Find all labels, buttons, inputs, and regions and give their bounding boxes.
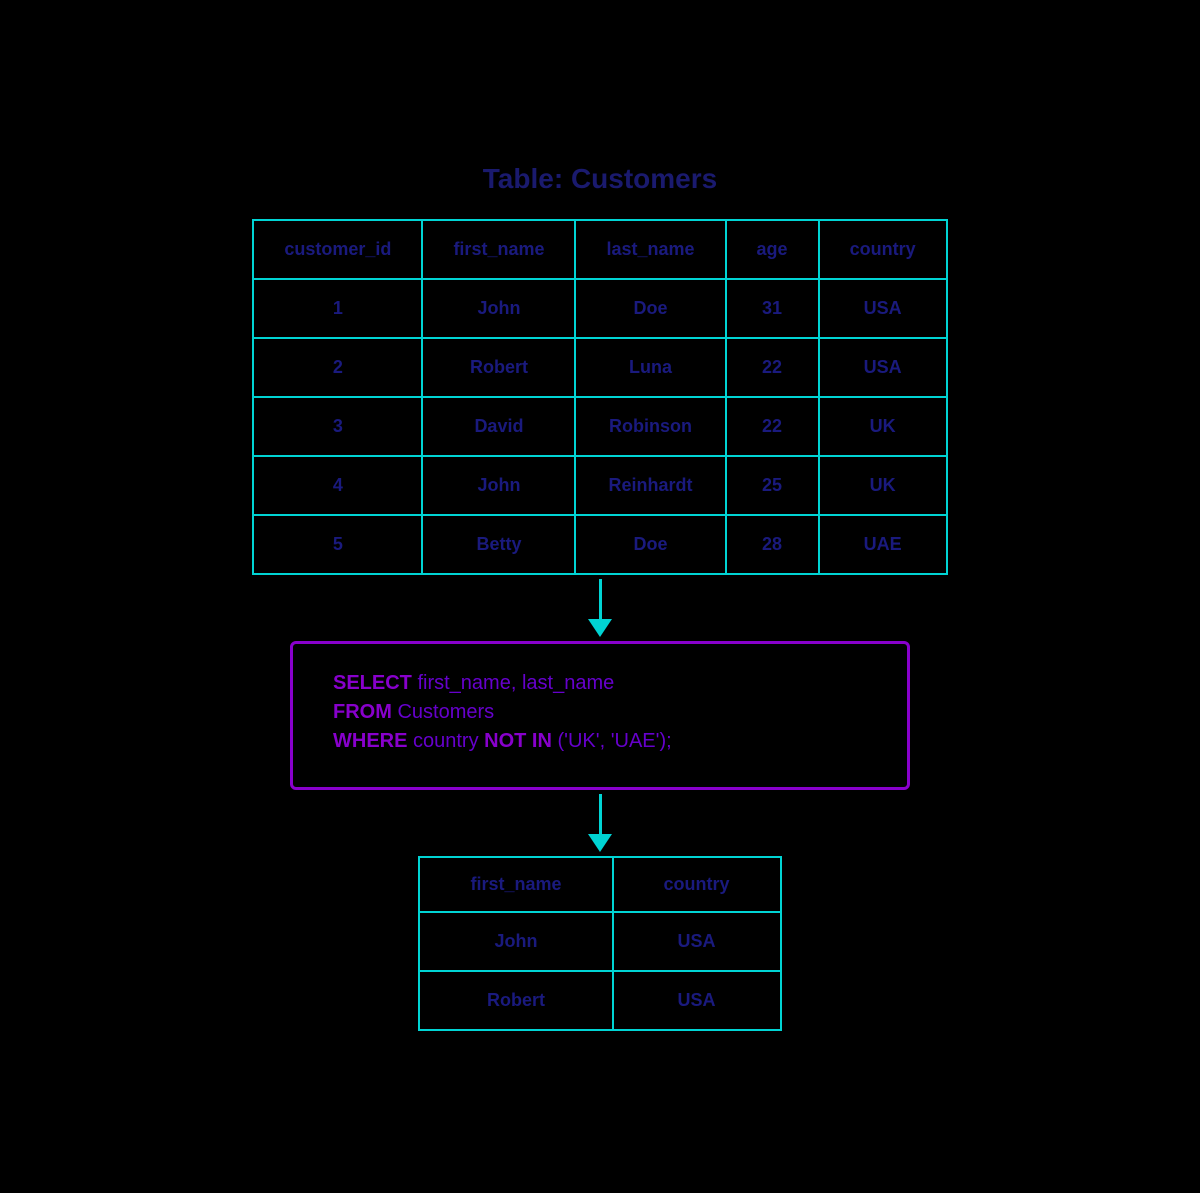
result-table: first_name country JohnUSARobertUSA — [418, 856, 781, 1031]
table-cell-country: UAE — [819, 515, 947, 574]
result-cell-first_name: John — [419, 912, 612, 971]
col-header-first-name: first_name — [422, 220, 575, 279]
table-cell-first_name: Betty — [422, 515, 575, 574]
arrow-down-2 — [588, 794, 612, 852]
table-header-row: customer_id first_name last_name age cou… — [253, 220, 946, 279]
table-row: 2RobertLuna22USA — [253, 338, 946, 397]
table-cell-age: 22 — [726, 397, 819, 456]
table-cell-customer_id: 5 — [253, 515, 422, 574]
sql-line-1: SELECT first_name, last_name — [333, 672, 867, 695]
result-cell-first_name: Robert — [419, 971, 612, 1030]
arrow-line-1 — [599, 579, 602, 619]
table-cell-first_name: John — [422, 279, 575, 338]
result-cell-country: USA — [613, 912, 781, 971]
table-cell-country: USA — [819, 279, 947, 338]
table-cell-last_name: Doe — [575, 515, 725, 574]
sql-notin-keyword: NOT IN — [484, 730, 552, 752]
table-row: 3DavidRobinson22UK — [253, 397, 946, 456]
table-cell-country: UK — [819, 456, 947, 515]
col-header-customer-id: customer_id — [253, 220, 422, 279]
result-col-country: country — [613, 857, 781, 912]
result-header-row: first_name country — [419, 857, 780, 912]
result-cell-country: USA — [613, 971, 781, 1030]
col-header-country: country — [819, 220, 947, 279]
table-cell-country: UK — [819, 397, 947, 456]
arrow-down-1 — [588, 579, 612, 637]
result-col-first-name: first_name — [419, 857, 612, 912]
table-cell-customer_id: 3 — [253, 397, 422, 456]
sql-select-rest: first_name, last_name — [412, 672, 614, 694]
sql-box: SELECT first_name, last_name FROM Custom… — [290, 641, 910, 790]
table-row: 1JohnDoe31USA — [253, 279, 946, 338]
table-cell-age: 25 — [726, 456, 819, 515]
customers-table: customer_id first_name last_name age cou… — [252, 219, 947, 575]
sql-where-keyword: WHERE — [333, 730, 407, 752]
table-cell-customer_id: 2 — [253, 338, 422, 397]
table-cell-last_name: Robinson — [575, 397, 725, 456]
sql-select-keyword: SELECT — [333, 672, 412, 694]
table-cell-age: 28 — [726, 515, 819, 574]
sql-line-2: FROM Customers — [333, 701, 867, 724]
result-row: RobertUSA — [419, 971, 780, 1030]
main-container: Table: Customers customer_id first_name … — [0, 123, 1200, 1071]
table-row: 4JohnReinhardt25UK — [253, 456, 946, 515]
table-cell-first_name: Robert — [422, 338, 575, 397]
table-row: 5BettyDoe28UAE — [253, 515, 946, 574]
table-cell-last_name: Doe — [575, 279, 725, 338]
table-cell-age: 22 — [726, 338, 819, 397]
sql-from-rest: Customers — [392, 701, 494, 723]
table-cell-first_name: John — [422, 456, 575, 515]
table-cell-customer_id: 4 — [253, 456, 422, 515]
table-cell-age: 31 — [726, 279, 819, 338]
arrow-line-2 — [599, 794, 602, 834]
arrow-head-1 — [588, 619, 612, 637]
col-header-last-name: last_name — [575, 220, 725, 279]
page-title: Table: Customers — [483, 163, 717, 195]
table-cell-last_name: Luna — [575, 338, 725, 397]
col-header-age: age — [726, 220, 819, 279]
sql-where-mid: country — [407, 730, 484, 752]
sql-where-values: ('UK', 'UAE'); — [552, 730, 672, 752]
table-cell-last_name: Reinhardt — [575, 456, 725, 515]
sql-from-keyword: FROM — [333, 701, 392, 723]
table-cell-country: USA — [819, 338, 947, 397]
result-row: JohnUSA — [419, 912, 780, 971]
sql-line-3: WHERE country NOT IN ('UK', 'UAE'); — [333, 730, 867, 753]
table-cell-first_name: David — [422, 397, 575, 456]
table-cell-customer_id: 1 — [253, 279, 422, 338]
arrow-head-2 — [588, 834, 612, 852]
